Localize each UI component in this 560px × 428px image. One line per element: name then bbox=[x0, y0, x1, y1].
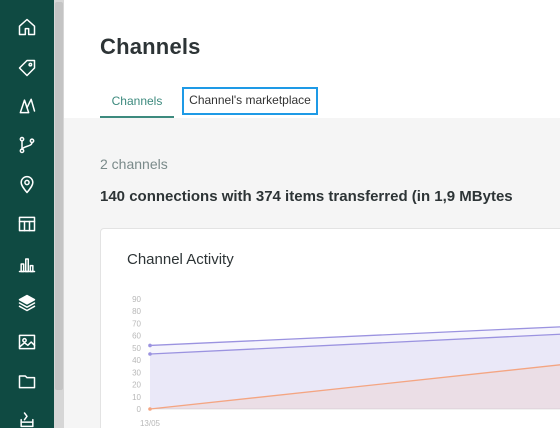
sidebar-item-analytics[interactable] bbox=[0, 246, 54, 282]
home-icon bbox=[18, 18, 36, 36]
tab-channels[interactable]: Channels bbox=[100, 88, 174, 118]
y-tick-label: 80 bbox=[132, 307, 141, 316]
tab-channels-marketplace[interactable]: Channel's marketplace bbox=[182, 87, 318, 115]
y-tick-label: 40 bbox=[132, 356, 141, 365]
sidebar-scrollbar-thumb[interactable] bbox=[55, 2, 63, 390]
series-point-2[interactable] bbox=[148, 407, 152, 411]
sidebar-item-media[interactable] bbox=[0, 324, 54, 360]
folder-icon bbox=[18, 375, 36, 389]
sidebar-item-home[interactable] bbox=[0, 9, 54, 45]
grid-icon bbox=[18, 216, 36, 232]
app-window: Channels Channels Channel's marketplace … bbox=[0, 0, 560, 428]
image-icon bbox=[18, 334, 36, 350]
y-tick-label: 30 bbox=[132, 368, 141, 377]
y-tick-label: 0 bbox=[137, 405, 142, 414]
sidebar-scrollbar[interactable] bbox=[54, 0, 64, 428]
branch-icon bbox=[19, 136, 35, 154]
sidebar-item-flows[interactable] bbox=[0, 127, 54, 163]
sidebar-item-files[interactable] bbox=[0, 363, 54, 399]
channel-activity-chart: 0 10 20 30 40 50 60 70 80 90 13/05 bbox=[132, 295, 560, 428]
y-tick-label: 10 bbox=[132, 393, 141, 402]
channel-count: 2 channels bbox=[100, 156, 168, 172]
location-pin-icon bbox=[20, 175, 34, 194]
y-tick-label: 20 bbox=[132, 381, 141, 390]
sidebar-item-export[interactable] bbox=[0, 400, 54, 428]
sidebar-item-catalog[interactable] bbox=[0, 88, 54, 124]
sidebar-item-channels[interactable] bbox=[0, 285, 54, 321]
sidebar bbox=[0, 0, 54, 428]
card-title: Channel Activity bbox=[127, 251, 234, 268]
y-tick-label: 70 bbox=[132, 319, 141, 328]
catalog-icon bbox=[19, 98, 36, 114]
main-area: Channels Channels Channel's marketplace … bbox=[64, 0, 560, 428]
sidebar-item-tags[interactable] bbox=[0, 50, 54, 86]
tag-icon bbox=[18, 59, 36, 77]
page-header: Channels Channels Channel's marketplace bbox=[64, 0, 560, 118]
page-title: Channels bbox=[100, 34, 201, 59]
layers-icon bbox=[18, 294, 36, 312]
channel-activity-card: Channel Activity 0 10 20 30 40 50 60 70 80 90 13/0… bbox=[100, 228, 560, 428]
page-content: 2 channels 140 connections with 374 item… bbox=[64, 118, 560, 428]
sidebar-item-grid[interactable] bbox=[0, 206, 54, 242]
sidebar-item-locations[interactable] bbox=[0, 167, 54, 203]
export-icon bbox=[20, 412, 34, 428]
series-point-0[interactable] bbox=[148, 343, 152, 348]
series-point-1[interactable] bbox=[148, 352, 152, 356]
transfer-summary: 140 connections with 374 items transferr… bbox=[100, 188, 513, 205]
x-tick-label: 13/05 bbox=[140, 419, 161, 428]
y-tick-label: 50 bbox=[132, 344, 141, 353]
y-tick-label: 90 bbox=[132, 295, 141, 304]
y-tick-label: 60 bbox=[132, 332, 141, 341]
bar-chart-icon bbox=[18, 258, 36, 273]
